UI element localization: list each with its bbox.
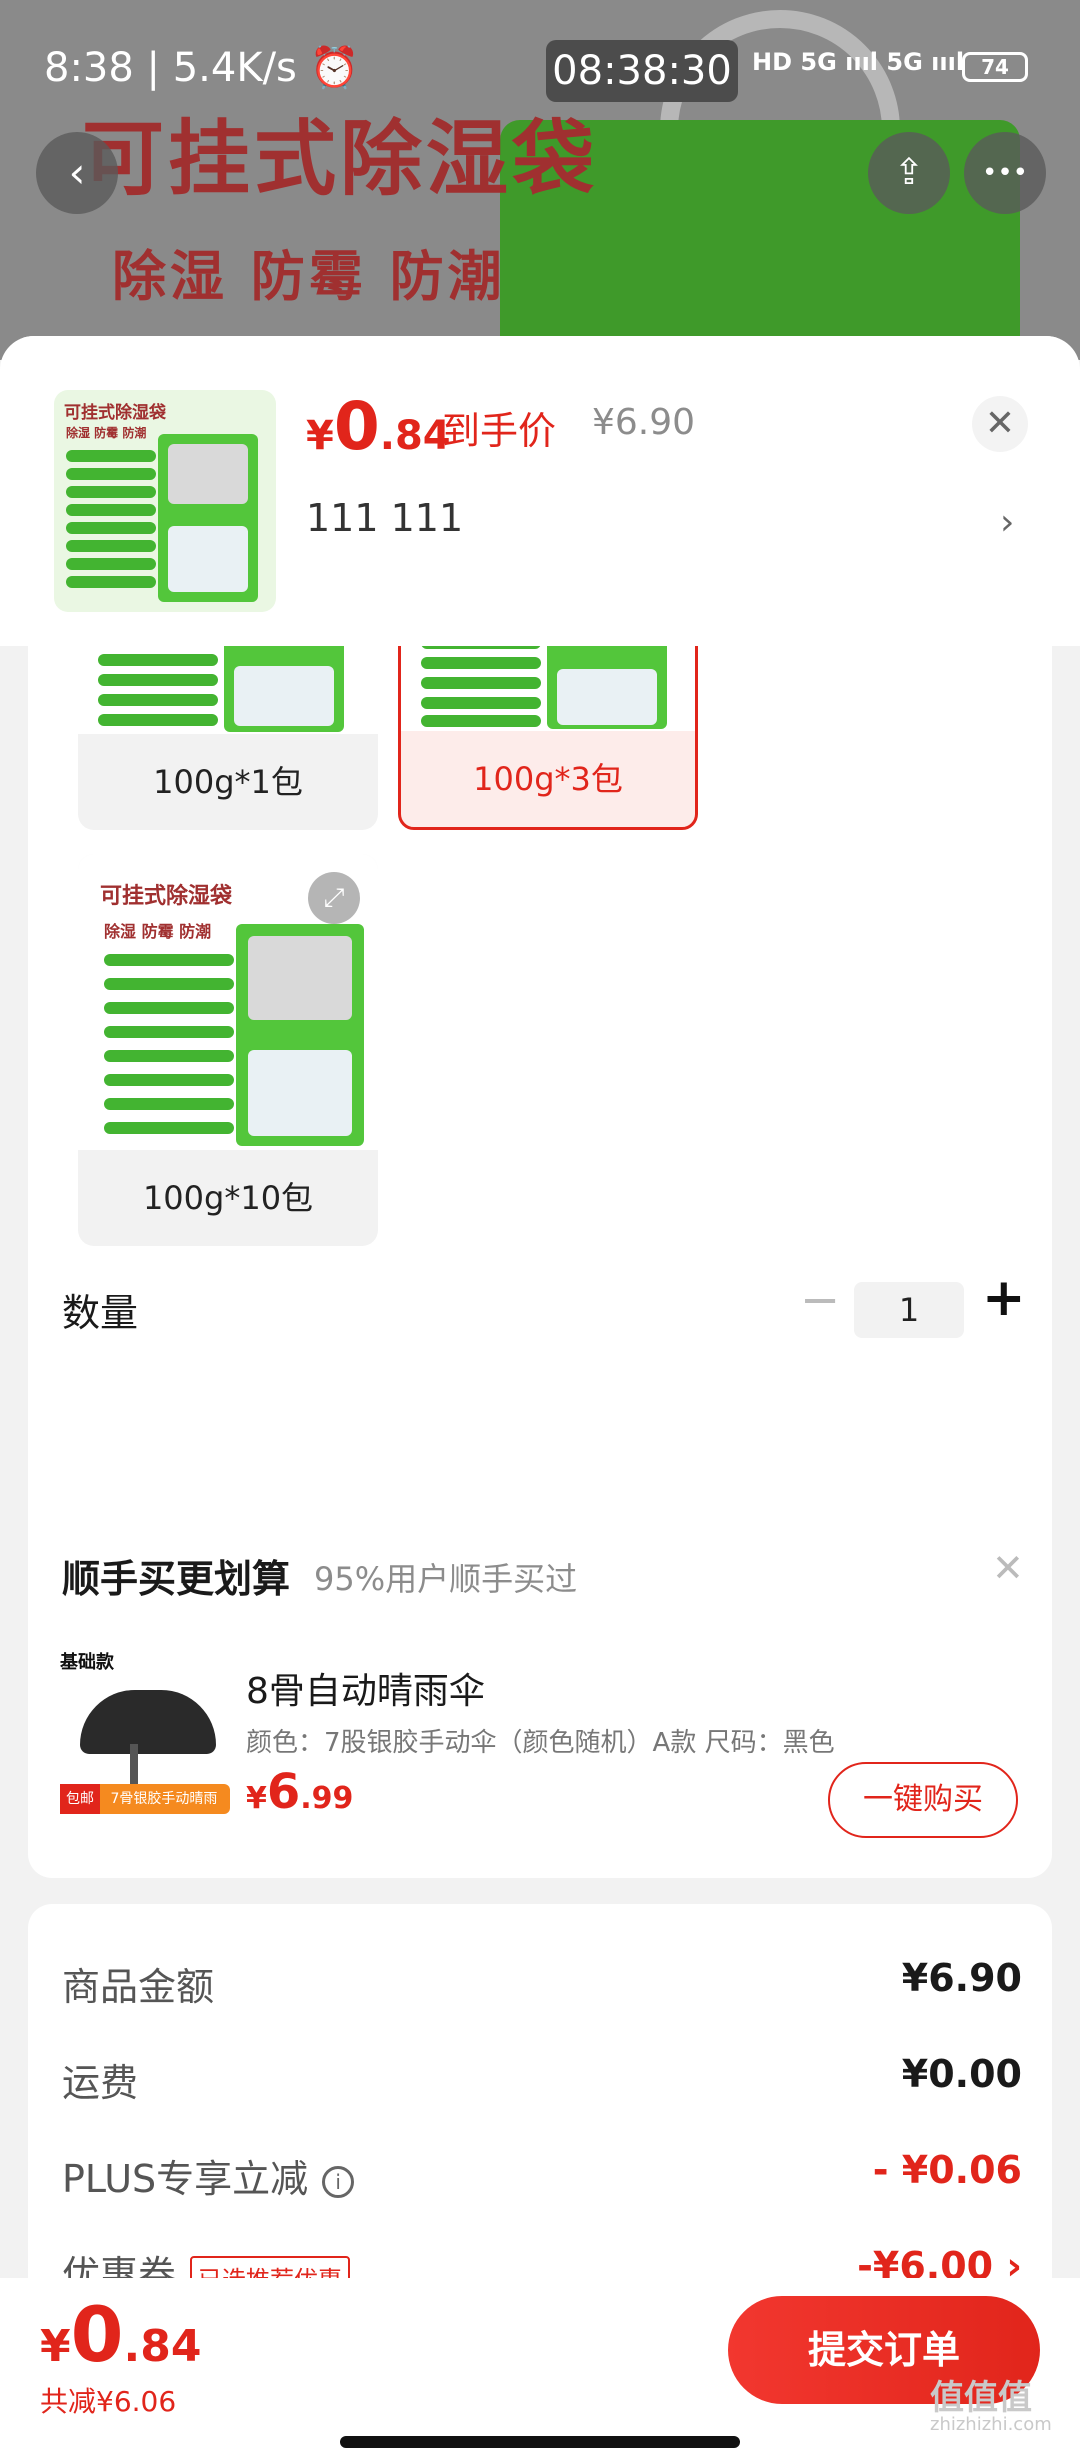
checkout-bottom-bar: ¥0.84 共减¥6.06 提交订单 值值值 zhizhizhi.com bbox=[0, 2278, 1080, 2460]
upsell-card: 顺手买更划算 95%用户顺手买过 ✕ 基础款 包邮 7骨银胶手动晴雨伞 8骨自动… bbox=[28, 1512, 1052, 1878]
watermark-logo: 值值值 bbox=[930, 2378, 1032, 2418]
close-sheet-button[interactable]: ✕ bbox=[972, 396, 1028, 452]
umbrella-image-label: 基础款 bbox=[60, 1652, 114, 1673]
watermark-url: zhizhizhi.com bbox=[930, 2414, 1052, 2435]
share-icon: ⇪ bbox=[893, 152, 925, 193]
thumb-title: 可挂式除湿袋 bbox=[100, 884, 233, 909]
back-icon: ‹ bbox=[68, 148, 86, 197]
battery-icon: 74 bbox=[962, 52, 1028, 82]
quantity-input[interactable]: 1 bbox=[854, 1282, 964, 1338]
clock-overlay: 08:38:30 bbox=[546, 40, 738, 102]
upsell-subtitle: 95%用户顺手买过 bbox=[314, 1560, 578, 1598]
home-indicator[interactable] bbox=[340, 2436, 740, 2448]
hero-ad-subtitle: 除湿 防霉 防潮 bbox=[112, 244, 506, 308]
fee-value: - ¥0.06 bbox=[872, 2148, 1022, 2192]
selected-spec-text[interactable]: 111 111 bbox=[306, 496, 463, 540]
fee-label: PLUS专享立减 bbox=[62, 2157, 309, 2201]
status-bar: 8:38 | 5.4K/s ⏰ 08:38:30 HD 5G ıııl 5G ı… bbox=[0, 40, 1080, 102]
chevron-right-icon[interactable]: › bbox=[1000, 502, 1014, 543]
umbrella-product-image[interactable]: 基础款 包邮 7骨银胶手动晴雨伞 bbox=[60, 1648, 230, 1837]
total-saved-text: 共减¥6.06 bbox=[40, 2385, 177, 2418]
fee-row-shipping: 运费 ¥0.00 bbox=[62, 2052, 1022, 2112]
close-icon: ✕ bbox=[984, 403, 1016, 444]
original-price: ¥6.90 bbox=[592, 402, 696, 443]
umbrella-icon bbox=[80, 1690, 216, 1754]
spec-option-label: 100g*3包 bbox=[473, 760, 623, 798]
total-price: ¥0.84 bbox=[40, 2290, 202, 2379]
more-icon: ••• bbox=[981, 158, 1028, 188]
fee-value: ¥0.00 bbox=[901, 2052, 1022, 2096]
spec-option-10[interactable]: 可挂式除湿袋 除湿 防霉 防潮 ⤢ 100g*10包 bbox=[78, 854, 378, 1246]
spec-option-label: 100g*1包 bbox=[153, 763, 303, 801]
upsell-title: 顺手买更划算 bbox=[62, 1557, 291, 1601]
umbrella-image-banner: 包邮 7骨银胶手动晴雨伞 bbox=[60, 1784, 230, 1837]
upsell-close-icon[interactable]: ✕ bbox=[992, 1546, 1024, 1590]
quantity-plus-button[interactable]: + bbox=[982, 1268, 1026, 1328]
upsell-price: ¥6.99 bbox=[246, 1764, 354, 1820]
sheet-header: 可挂式除湿袋 除湿 防霉 防潮 ¥0.84 到手价 ¥6.90 111 111 … bbox=[0, 336, 1080, 646]
hero-ad-title: 可挂式除湿袋 bbox=[82, 111, 599, 207]
thumb-title: 可挂式除湿袋 bbox=[64, 403, 166, 423]
final-price-tag: 到手价 bbox=[442, 409, 557, 453]
thumb-subtitle: 除湿 防霉 防潮 bbox=[104, 922, 212, 941]
fee-value: ¥6.90 bbox=[901, 1956, 1022, 2000]
fee-row-goods: 商品金额 ¥6.90 bbox=[62, 1956, 1022, 2016]
fee-label: 运费 bbox=[62, 2061, 139, 2105]
info-icon[interactable]: i bbox=[322, 2165, 355, 2198]
upsell-product-attributes: 颜色：7股银胶手动伞（颜色随机）A款 尺码：黑色 bbox=[246, 1728, 835, 1758]
quantity-label: 数量 bbox=[62, 1291, 139, 1335]
fee-label: 商品金额 bbox=[62, 1965, 215, 2009]
more-button[interactable]: ••• bbox=[964, 132, 1046, 214]
spec-option-label: 100g*10包 bbox=[142, 1179, 314, 1217]
sku-bottom-sheet: 可挂式除湿袋 除湿 防霉 防潮 ¥0.84 到手价 ¥6.90 111 111 … bbox=[0, 336, 1080, 2460]
fee-label-group: PLUS专享立减 i bbox=[62, 2148, 355, 2203]
thumb-subtitle: 除湿 防霉 防潮 bbox=[66, 426, 147, 440]
share-button[interactable]: ⇪ bbox=[868, 132, 950, 214]
expand-icon: ⤢ bbox=[323, 883, 345, 913]
status-time: 8:38 | 5.4K/s ⏰ bbox=[44, 45, 360, 91]
back-button[interactable]: ‹ bbox=[36, 132, 118, 214]
expand-image-button[interactable]: ⤢ bbox=[308, 872, 360, 924]
one-click-buy-button[interactable]: 一键购买 bbox=[828, 1762, 1018, 1838]
final-price: ¥0.84 bbox=[306, 388, 451, 465]
signal-icon: HD 5G ıııl 5G ıııl bbox=[752, 48, 965, 76]
upsell-product-name[interactable]: 8骨自动晴雨伞 bbox=[246, 1662, 485, 1714]
fee-row-plus-discount: PLUS专享立减 i - ¥0.06 bbox=[62, 2148, 1022, 2208]
selected-product-thumbnail[interactable]: 可挂式除湿袋 除湿 防霉 防潮 bbox=[54, 390, 276, 612]
product-thumbnail-art: 可挂式除湿袋 除湿 防霉 防潮 bbox=[54, 390, 276, 612]
quantity-minus-button[interactable]: − bbox=[800, 1272, 840, 1328]
